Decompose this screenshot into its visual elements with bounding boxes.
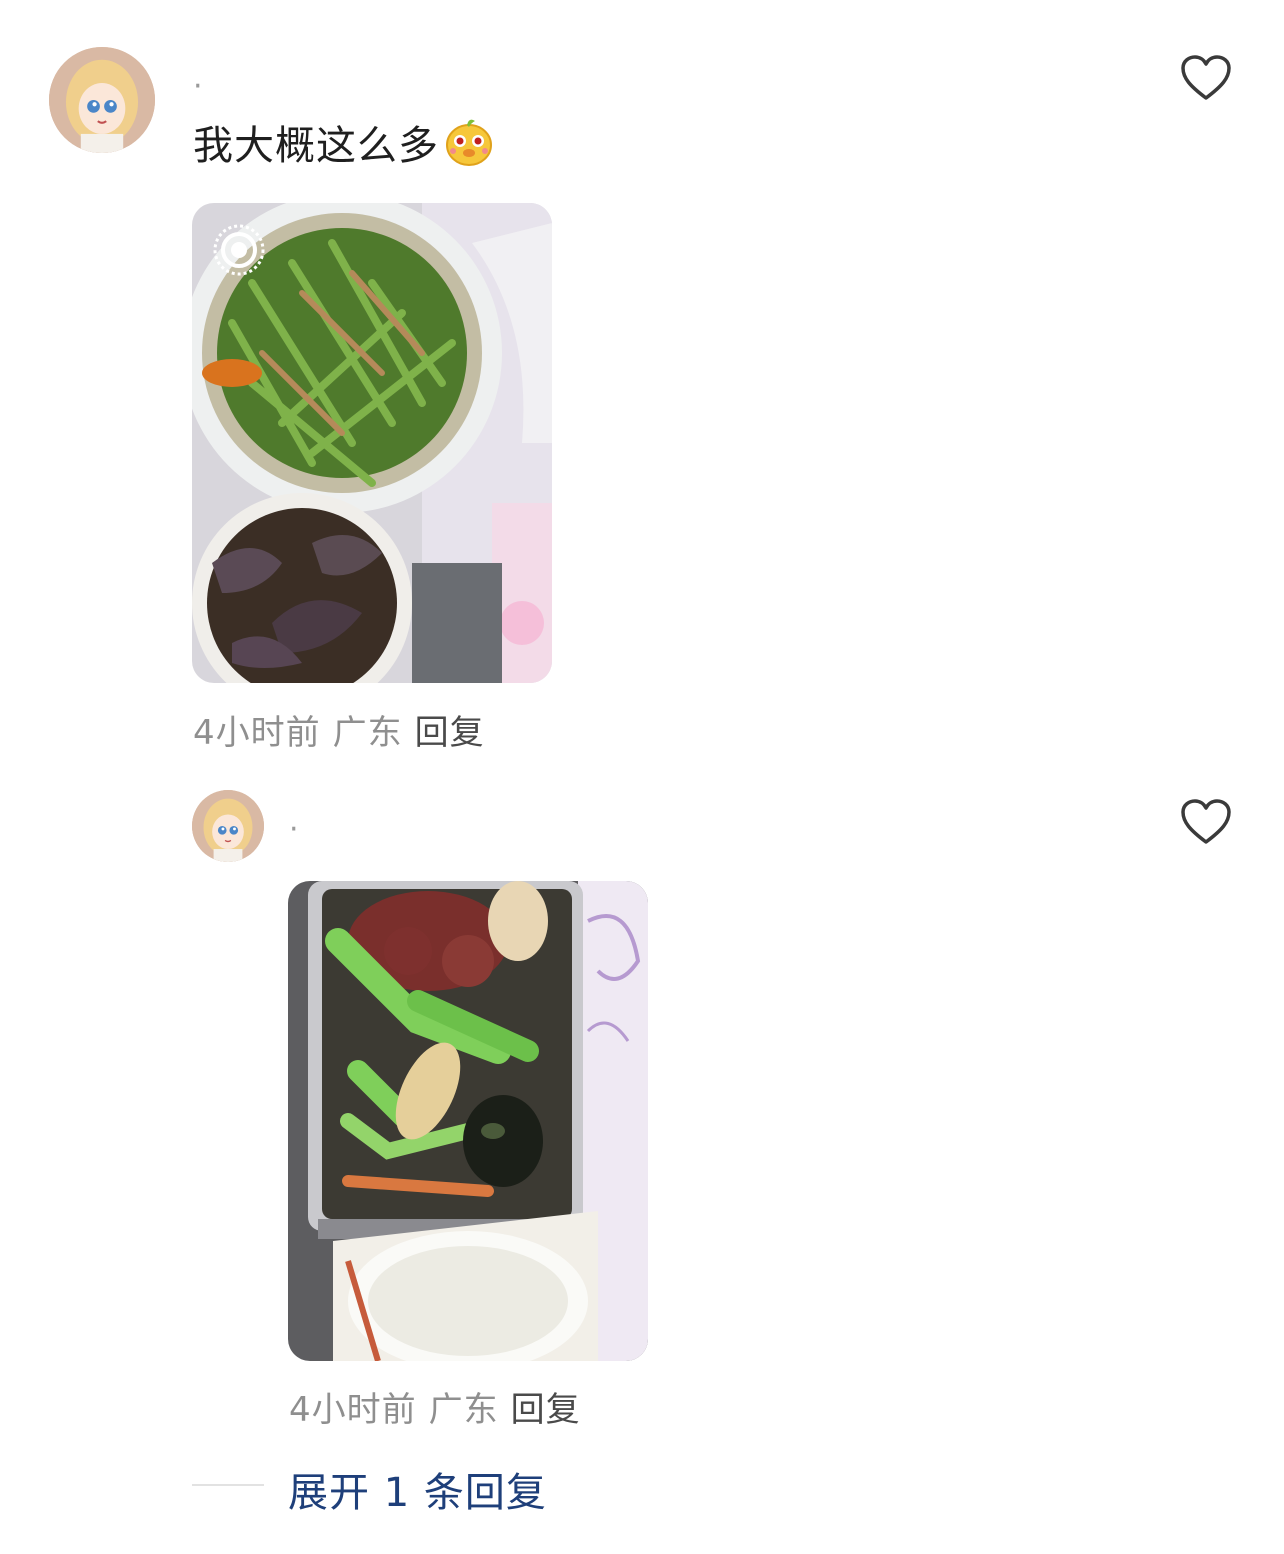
comment-meta: 4小时前 广东 回复	[289, 1382, 581, 1431]
timestamp: 4小时前	[289, 1390, 417, 1430]
like-heart-icon[interactable]	[1180, 798, 1232, 846]
like-heart-icon[interactable]	[1180, 54, 1232, 102]
username[interactable]: ·	[289, 815, 299, 845]
comment-text-content: 我大概这么多	[193, 123, 439, 169]
reply-button[interactable]: 回复	[511, 1390, 581, 1430]
avatar[interactable]	[49, 47, 155, 153]
comment-text: 我大概这么多	[193, 115, 495, 170]
location: 广东	[428, 1390, 499, 1430]
divider	[192, 1484, 264, 1486]
comment-meta: 4小时前 广东 回复	[193, 705, 485, 754]
avatar[interactable]	[192, 790, 264, 862]
comment-photo[interactable]	[288, 881, 648, 1361]
expand-replies-button[interactable]: 展开 1 条回复	[288, 1460, 547, 1518]
reply-button[interactable]: 回复	[415, 713, 485, 753]
username[interactable]: ·	[193, 72, 203, 102]
timestamp: 4小时前	[193, 713, 321, 753]
location: 广东	[332, 713, 403, 753]
comment-photo[interactable]	[192, 203, 552, 683]
hamster-face-emoji	[443, 115, 495, 167]
